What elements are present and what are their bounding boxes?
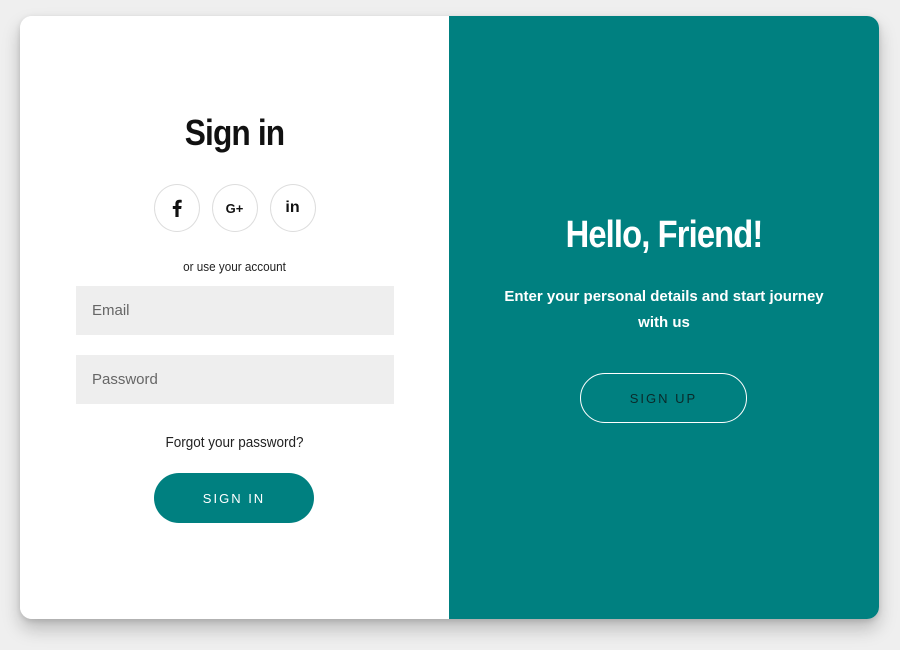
linkedin-button[interactable]: in [269,184,316,232]
password-field[interactable] [76,355,394,404]
sign-in-panel: Sign in G+ in or use your account Forgot… [20,16,449,619]
sign-up-button[interactable]: SIGN UP [580,373,747,423]
welcome-subtitle: Enter your personal details and start jo… [504,288,824,331]
google-plus-icon: G+ [225,200,244,216]
google-plus-button[interactable]: G+ [211,184,258,232]
sign-in-title: Sign in [184,112,285,153]
social-login-row: G+ in [20,184,449,234]
auth-card: Sign in G+ in or use your account Forgot… [20,16,879,619]
alternate-sign-in-text: or use your account [183,259,286,274]
welcome-panel: Hello, Friend! Enter your personal detai… [449,16,879,619]
forgot-password-link[interactable]: Forgot your password? [41,434,427,451]
sign-in-button[interactable]: SIGN IN [154,473,314,523]
welcome-title: Hello, Friend! [565,214,764,256]
email-field[interactable] [76,286,394,335]
linkedin-icon: in [285,199,300,216]
facebook-icon [171,199,183,217]
facebook-button[interactable] [153,184,200,232]
